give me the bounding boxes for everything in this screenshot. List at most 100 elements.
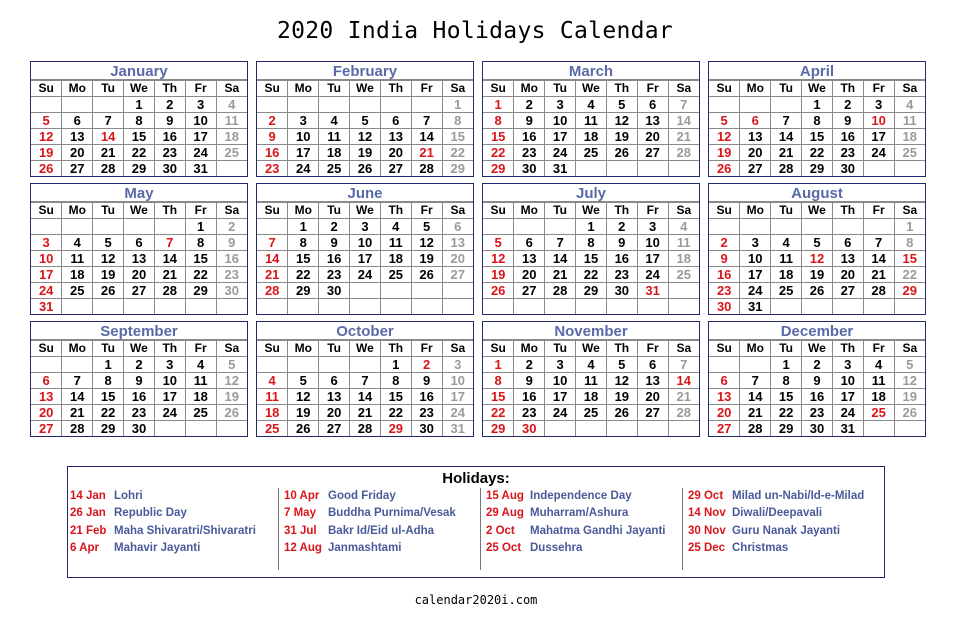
- month-may: May Su Mo Tu We Th Fr Sa 1 2 3 4 5 6 7 8 9 10 11 12 13 14 15 16…: [30, 183, 248, 315]
- day-cell: 23: [410, 404, 443, 421]
- month-table: Su Mo Tu We Th Fr Sa 1 2 3 4 5 6 7 8 9 10 11 12 13 14 15 16 17 1…: [257, 80, 473, 176]
- day-cell: 22: [893, 266, 925, 283]
- week-row: 30 31: [709, 298, 925, 314]
- weekday-header: Fr: [410, 202, 443, 219]
- empty-cell: [544, 218, 577, 235]
- empty-cell: [709, 356, 741, 373]
- holiday-item: 25 Oct Dussehra: [486, 540, 665, 557]
- holiday-item: 31 Jul Bakr Id/Eid ul-Adha: [284, 523, 456, 540]
- month-name: December: [709, 322, 925, 340]
- day-cell: 25: [575, 144, 607, 161]
- day-cell: 23: [605, 266, 638, 283]
- day-cell: 11: [61, 250, 94, 267]
- week-row: 19 20 21 22 23 24 25: [483, 266, 699, 283]
- week-row: 3456789: [31, 234, 247, 251]
- day-cell: 22: [483, 144, 515, 161]
- day-cell: 24: [31, 282, 63, 299]
- day-cell: 5: [349, 112, 381, 129]
- weekday-header: Th: [605, 340, 638, 357]
- weekday-header: We: [575, 80, 607, 97]
- weekday-header: Mo: [61, 80, 94, 97]
- week-row: 27 28 29 30: [31, 420, 247, 436]
- month-table: Su Mo Tu We Th Fr Sa 1 2 3 4 5 6 7 8 9 10 11 12 13 14 15 16 17 1…: [257, 202, 473, 314]
- day-cell: 11: [575, 112, 607, 129]
- month-name: June: [257, 184, 473, 202]
- day-cell: 2: [123, 356, 155, 373]
- week-row: 26 27 28 29 30 31: [31, 160, 247, 176]
- day-cell: 4: [893, 96, 925, 113]
- empty-cell: [410, 282, 443, 299]
- day-cell: 18: [318, 144, 351, 161]
- day-cell: 2: [215, 218, 247, 235]
- day-cell: 1: [184, 218, 217, 235]
- day-cell: 31: [739, 298, 772, 314]
- weekday-header: Th: [379, 80, 412, 97]
- holiday-date: 31 Jul: [284, 524, 317, 537]
- day-cell: 1: [483, 356, 515, 373]
- holiday-name: Mahatma Gandhi Jayanti: [530, 524, 666, 537]
- day-cell: 29: [184, 282, 217, 299]
- empty-cell: [61, 218, 94, 235]
- day-cell: 19: [349, 144, 381, 161]
- day-cell: 25: [770, 282, 803, 299]
- day-cell: 15: [287, 250, 320, 267]
- day-cell: 7: [770, 112, 803, 129]
- day-cell: 16: [257, 144, 289, 161]
- day-cell: 26: [410, 266, 443, 283]
- day-cell: 26: [215, 404, 247, 421]
- empty-cell: [667, 160, 699, 176]
- week-row: 1234: [31, 96, 247, 113]
- holiday-day-cell: 29: [893, 282, 925, 299]
- day-cell: 22: [92, 404, 125, 421]
- week-row: 10 11 12 13 14 15 16: [31, 250, 247, 267]
- day-cell: 16: [153, 128, 186, 145]
- weekday-header: Fr: [862, 340, 895, 357]
- weekday-header: We: [123, 80, 155, 97]
- empty-cell: [153, 218, 186, 235]
- week-row: 6 7 8 9 10 11 12: [709, 372, 925, 389]
- day-cell: 22: [379, 404, 412, 421]
- day-cell: 7: [92, 112, 125, 129]
- day-cell: 14: [410, 128, 443, 145]
- day-cell: 11: [379, 234, 412, 251]
- month-november: November Su Mo Tu We Th Fr Sa 1 2 3 4 5 6 7 8 9 10 11 12 13 1…: [482, 321, 700, 437]
- holiday-date: 10 Apr: [284, 490, 320, 502]
- empty-cell: [61, 96, 94, 113]
- day-cell: 3: [831, 356, 864, 373]
- day-cell: 12: [215, 372, 247, 389]
- weekday-header: Tu: [544, 80, 577, 97]
- empty-cell: [770, 218, 803, 235]
- day-cell: 10: [349, 234, 381, 251]
- day-cell: 22: [770, 404, 803, 421]
- day-cell: 10: [153, 372, 186, 389]
- day-cell: 27: [123, 282, 155, 299]
- weekday-header: Su: [257, 80, 289, 97]
- day-cell: 17: [636, 250, 669, 267]
- weekday-header: Mo: [739, 202, 772, 219]
- day-cell: 7: [544, 234, 577, 251]
- day-cell: 12: [605, 372, 638, 389]
- day-cell: 4: [184, 356, 217, 373]
- empty-cell: [257, 218, 289, 235]
- footer-link[interactable]: calendar2020i.com: [0, 593, 952, 607]
- day-cell: 8: [770, 372, 803, 389]
- day-cell: 11: [184, 372, 217, 389]
- week-row: 12345: [31, 356, 247, 373]
- day-cell: 11: [215, 112, 247, 129]
- month-table: Su Mo Tu We Th Fr Sa 1 2 3 4 5 6 7 8 9 10 11 12 13 14 15 16 17 1…: [483, 80, 699, 176]
- empty-cell: [667, 298, 699, 314]
- weekday-header: Sa: [441, 202, 473, 219]
- month-name: September: [31, 322, 247, 340]
- day-cell: 6: [123, 234, 155, 251]
- empty-cell: [184, 298, 217, 314]
- day-cell: 27: [441, 266, 473, 283]
- day-cell: 28: [770, 160, 803, 176]
- week-row: 16 17 18 19 20 21 22: [257, 144, 473, 161]
- empty-cell: [61, 298, 94, 314]
- day-cell: 13: [513, 250, 546, 267]
- day-cell: 30: [831, 160, 864, 176]
- day-cell: 5: [410, 218, 443, 235]
- month-october: October Su Mo Tu We Th Fr Sa 1 2 3 4 5 6 7 8 9 10 11 12 13 14…: [256, 321, 474, 437]
- day-cell: 15: [92, 388, 125, 405]
- holiday-item: 6 Apr Mahavir Jayanti: [70, 540, 256, 557]
